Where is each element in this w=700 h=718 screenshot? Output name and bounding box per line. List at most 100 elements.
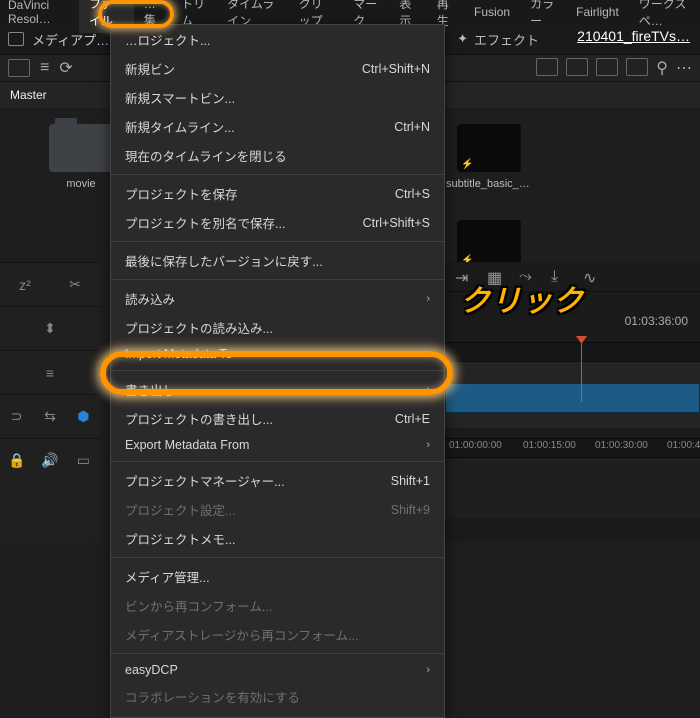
timeline-ruler-top[interactable] <box>445 342 700 362</box>
menu-item-23[interactable]: メディア管理... <box>111 562 444 591</box>
file-menu-dropdown: …ロジェクト... 新規ビン Ctrl+Shift+N 新規スマートビン... 新規タイ… <box>110 24 445 718</box>
menu-item-label: プロジェクトの読み込み... <box>125 318 273 337</box>
menu-shortcut: Shift+9 <box>391 503 430 517</box>
menu-item-label: 読み込み <box>125 289 175 308</box>
chevron-right-icon: › <box>426 293 430 305</box>
menu-item-4[interactable]: 現在のタイムラインを閉じる <box>111 141 444 170</box>
sliders-icon[interactable]: ≡ <box>40 363 60 383</box>
audio-track[interactable] <box>445 458 700 518</box>
menu-shortcut: Shift+1 <box>391 474 430 488</box>
menu-item-27[interactable]: easyDCP › <box>111 658 444 682</box>
chevron-right-icon: › <box>426 348 430 360</box>
speaker-icon[interactable]: 🔊 <box>40 451 60 471</box>
menu-shortcut: Ctrl+S <box>395 187 430 201</box>
menu-item-label: メディアストレージから再コンフォーム... <box>125 625 359 644</box>
menu-item-13[interactable]: Import Metadata To › <box>111 342 444 366</box>
bin-label: subtitle_basic_Lo… <box>446 178 532 190</box>
menu-item-label: Export Metadata From <box>125 438 249 452</box>
menu-item-label: 最後に保存したバージョンに戻す... <box>125 251 323 270</box>
menu-item-label: Import Metadata To <box>125 347 232 361</box>
chevron-right-icon: › <box>426 439 430 451</box>
menu-item-0[interactable]: …ロジェクト... <box>111 25 444 54</box>
menubar: DaVinci Resol… ファイル …集 トリム タイムライン クリップ マ… <box>0 0 700 24</box>
marker-icon[interactable]: ⬢ <box>73 407 93 427</box>
menu-item-label: コラボレーションを有効にする <box>125 687 300 706</box>
wand-icon: ✦ <box>457 31 468 47</box>
menu-item-label: 新規スマートビン... <box>125 88 235 107</box>
menu-shortcut: Ctrl+N <box>394 120 430 134</box>
clip-icon <box>457 124 521 172</box>
magnet-icon[interactable]: ⊃ <box>7 407 27 427</box>
ruler-label: 01:00:15:00 <box>523 440 576 451</box>
menu-item-12[interactable]: プロジェクトの読み込み... <box>111 313 444 342</box>
menu-fusion[interactable]: Fusion <box>464 1 520 23</box>
menu-item-label: 現在のタイムラインを閉じる <box>125 146 287 165</box>
playhead[interactable] <box>581 342 582 402</box>
monitor-icon[interactable]: ▭ <box>73 451 93 471</box>
layout-3-icon[interactable] <box>596 58 618 76</box>
annotation-click-label: クリック <box>460 276 584 320</box>
media-pool-label[interactable]: メディアプ… <box>32 30 109 49</box>
effects-toggle[interactable]: ✦ エフェクト <box>457 30 539 49</box>
more-icon[interactable]: ⋯ <box>676 58 692 78</box>
scissors-icon[interactable]: ✂ <box>65 275 85 295</box>
menu-fairlight[interactable]: Fairlight <box>566 1 629 23</box>
menu-item-16[interactable]: プロジェクトの書き出し... Ctrl+E <box>111 404 444 433</box>
refresh-icon[interactable]: ⟳ <box>59 58 72 78</box>
link-icon[interactable]: ⇆ <box>40 407 60 427</box>
menu-item-label: プロジェクトを保存 <box>125 184 238 203</box>
menu-item-1[interactable]: 新規ビン Ctrl+Shift+N <box>111 54 444 83</box>
bin-clip-2[interactable] <box>446 220 532 268</box>
transform-icon[interactable]: ⬍ <box>40 319 60 339</box>
search-icon[interactable]: ⚲ <box>656 58 668 78</box>
menu-item-24: ビンから再コンフォーム... <box>111 591 444 620</box>
menu-item-6[interactable]: プロジェクトを保存 Ctrl+S <box>111 179 444 208</box>
menu-shortcut: Ctrl+Shift+S <box>363 216 430 230</box>
sleep-icon[interactable]: z² <box>15 275 35 295</box>
menu-shortcut: Ctrl+E <box>395 412 430 426</box>
app-name: DaVinci Resol… <box>0 0 79 26</box>
menu-item-label: ビンから再コンフォーム... <box>125 596 272 615</box>
menu-item-label: プロジェクトメモ... <box>125 529 235 548</box>
menu-item-label: メディア管理... <box>125 567 210 586</box>
menu-color[interactable]: カラー <box>520 0 566 33</box>
menu-shortcut: Ctrl+Shift+N <box>362 62 430 76</box>
chevron-right-icon: › <box>426 384 430 396</box>
timeline-clip[interactable] <box>445 383 700 413</box>
project-name: 210401_fireTVs… <box>577 28 690 44</box>
clip-icon <box>457 220 521 268</box>
chevron-right-icon: › <box>426 664 430 676</box>
layout-2-icon[interactable] <box>566 58 588 76</box>
bin-clip-subtitle[interactable]: subtitle_basic_Lo… <box>446 124 532 190</box>
menu-item-3[interactable]: 新規タイムライン... Ctrl+N <box>111 112 444 141</box>
menu-item-label: easyDCP <box>125 663 178 677</box>
menu-item-9[interactable]: 最後に保存したバージョンに戻す... <box>111 246 444 275</box>
menu-item-label: プロジェクト設定... <box>125 500 235 519</box>
menu-item-label: プロジェクトを別名で保存... <box>125 213 285 232</box>
menu-item-28: コラボレーションを有効にする <box>111 682 444 711</box>
inspector-rail: z² ✂ ⬍ ≡ ⊃ ⇆ ⬢ 🔒 🔊 ▭ <box>0 262 100 542</box>
lock-icon[interactable]: 🔒 <box>7 451 27 471</box>
menu-item-label: プロジェクトの書き出し... <box>125 409 273 428</box>
layout-1-icon[interactable] <box>536 58 558 76</box>
menu-item-21[interactable]: プロジェクトメモ... <box>111 524 444 553</box>
menu-item-label: 書き出し <box>125 380 175 399</box>
menu-item-2[interactable]: 新規スマートビン... <box>111 83 444 112</box>
wave-icon[interactable]: ∿ <box>583 268 601 286</box>
menu-item-19[interactable]: プロジェクトマネージャー...Shift+1 <box>111 466 444 495</box>
media-pool-icon[interactable] <box>8 32 24 46</box>
sort-icon[interactable]: ≡ <box>40 59 49 77</box>
ruler-label: 01:00:30:00 <box>595 440 648 451</box>
view-list-icon[interactable] <box>8 59 30 77</box>
menu-item-15[interactable]: 書き出し › <box>111 375 444 404</box>
ruler-label: 01:00:45:00 <box>667 440 700 451</box>
menu-item-label: 新規ビン <box>125 59 175 78</box>
ruler-label: 01:00:00:00 <box>449 440 502 451</box>
menu-item-label: 新規タイムライン... <box>125 117 235 136</box>
timecode[interactable]: 01:03:36:00 <box>625 314 688 328</box>
menu-item-label: …ロジェクト... <box>125 30 210 49</box>
layout-4-icon[interactable] <box>626 58 648 76</box>
menu-item-11[interactable]: 読み込み › <box>111 284 444 313</box>
menu-item-17[interactable]: Export Metadata From › <box>111 433 444 457</box>
menu-item-7[interactable]: プロジェクトを別名で保存... Ctrl+Shift+S <box>111 208 444 237</box>
